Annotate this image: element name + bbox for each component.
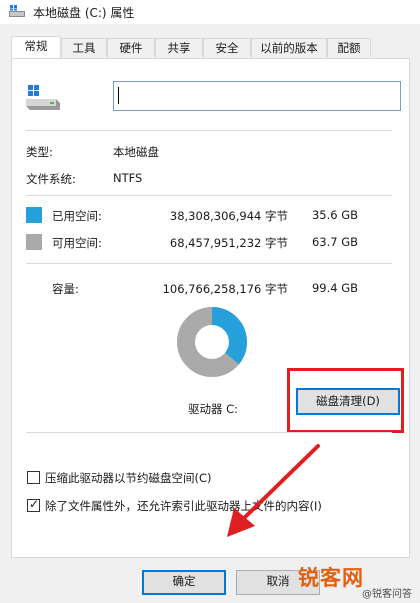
filesystem-label: 文件系统:: [26, 172, 76, 186]
divider: [26, 130, 392, 131]
divider: [26, 195, 392, 196]
index-label: 除了文件属性外，还允许索引此驱动器上文件的内容(I): [45, 499, 322, 513]
capacity-label: 容量:: [52, 282, 79, 296]
tab-quota[interactable]: 配额: [327, 38, 371, 57]
free-space-bytes: 68,457,951,232 字节: [169, 236, 288, 250]
watermark-subtitle: @锐客问答: [362, 589, 412, 600]
check-mark-icon: ✓: [29, 497, 40, 511]
compress-checkbox[interactable]: [27, 471, 40, 484]
divider: [26, 432, 392, 433]
disk-usage-donut: [177, 307, 247, 377]
used-space-label: 已用空间:: [52, 209, 102, 223]
tab-hardware[interactable]: 硬件: [107, 38, 155, 57]
drive-large-icon: [26, 85, 60, 110]
tab-previous-versions[interactable]: 以前的版本: [251, 38, 327, 57]
drive-letter-label: 驱动器 C:: [188, 402, 239, 416]
text-caret: [118, 87, 119, 104]
disk-cleanup-button[interactable]: 磁盘清理(D): [296, 388, 400, 415]
capacity-bytes: 106,766,258,176 字节: [162, 282, 288, 296]
tab-general[interactable]: 常规: [11, 36, 61, 58]
watermark: 锐客网 @锐客问答: [298, 562, 420, 603]
free-space-label: 可用空间:: [52, 236, 102, 250]
free-space-swatch: [26, 234, 42, 250]
free-space-gb: 63.7 GB: [311, 235, 358, 249]
tab-strip: 常规 工具 硬件 共享 安全 以前的版本 配额: [0, 36, 420, 58]
type-value: 本地磁盘: [113, 145, 159, 159]
tab-security[interactable]: 安全: [203, 38, 251, 57]
index-checkbox[interactable]: ✓: [27, 497, 40, 512]
divider: [26, 263, 392, 264]
type-label: 类型:: [26, 145, 53, 159]
drive-icon: [9, 5, 25, 17]
capacity-gb: 99.4 GB: [311, 281, 358, 295]
window-title: 本地磁盘 (C:) 属性: [33, 6, 135, 20]
tab-tools[interactable]: 工具: [61, 38, 107, 57]
used-space-bytes: 38,308,306,944 字节: [169, 209, 288, 223]
ok-button[interactable]: 确定: [142, 570, 226, 595]
used-space-swatch: [26, 207, 42, 223]
watermark-logo: 锐客网: [298, 566, 364, 590]
tab-sharing[interactable]: 共享: [155, 38, 203, 57]
filesystem-value: NTFS: [113, 171, 143, 185]
compress-label: 压缩此驱动器以节约磁盘空间(C): [45, 471, 212, 485]
used-space-gb: 35.6 GB: [311, 208, 358, 222]
title-bar: 本地磁盘 (C:) 属性: [0, 0, 420, 24]
volume-name-input[interactable]: [113, 81, 401, 111]
